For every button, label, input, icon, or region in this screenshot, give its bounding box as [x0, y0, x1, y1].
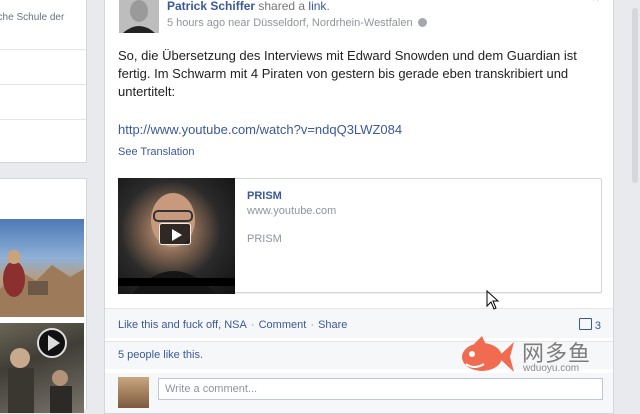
- close-icon[interactable]: ×: [592, 0, 599, 5]
- post-meta: 5 hours ago near Düsseldorf, Nordrhein-W…: [167, 17, 427, 29]
- comment-input[interactable]: [158, 378, 603, 400]
- post-timestamp-link[interactable]: 5 hours ago near Düsseldorf, Nordrhein-W…: [167, 17, 413, 29]
- preview-title-link[interactable]: PRISM: [247, 190, 282, 202]
- post-header: Patrick Schiffer shared a link.: [167, 0, 330, 13]
- shared-link-link[interactable]: link: [308, 0, 326, 13]
- see-translation-link[interactable]: See Translation: [118, 146, 194, 158]
- sidebar-row[interactable]: uche Schule der: [0, 0, 86, 50]
- post-action-end: .: [326, 0, 330, 13]
- likes-count-link[interactable]: 5 people like this.: [118, 349, 203, 361]
- comment-link[interactable]: Comment: [259, 319, 307, 331]
- comment-icon: [578, 318, 592, 330]
- link-preview-card[interactable]: PRISM www.youtube.com PRISM: [118, 178, 602, 294]
- fish-logo-icon: [462, 336, 514, 372]
- preview-description: PRISM: [247, 233, 282, 245]
- comment-count-link[interactable]: 3: [578, 318, 601, 332]
- like-link[interactable]: Like this and fuck off, NSA: [118, 319, 247, 331]
- sidebar-row[interactable]: [0, 85, 86, 120]
- preview-domain: www.youtube.com: [247, 205, 337, 217]
- watermark-url: wduoyu.com: [523, 363, 580, 374]
- separator: ·: [247, 319, 258, 331]
- sidebar-row[interactable]: [0, 50, 86, 85]
- photos-card: [0, 178, 87, 413]
- share-link[interactable]: Share: [318, 319, 347, 331]
- play-icon[interactable]: [159, 223, 191, 245]
- post-body-text: So, die Übersetzung des Interviews mit E…: [118, 48, 577, 99]
- globe-icon[interactable]: [417, 18, 427, 27]
- author-avatar[interactable]: [119, 0, 159, 33]
- comment-count: 3: [594, 320, 601, 332]
- viewer-avatar: [118, 377, 149, 408]
- post-url-link[interactable]: http://www.youtube.com/watch?v=ndqQ3LWZ0…: [118, 122, 402, 137]
- mouse-cursor-icon: [486, 290, 500, 310]
- watermark: 网多鱼 wduoyu.com: [460, 334, 630, 380]
- video-thumbnail[interactable]: [118, 178, 235, 294]
- scrollbar-thumb[interactable]: [632, 8, 638, 183]
- sidebar-snippet: uche Schule der: [0, 12, 65, 23]
- left-sidebar-card: uche Schule der: [0, 0, 87, 163]
- photo-thumbnail[interactable]: [0, 219, 84, 317]
- separator: ·: [307, 319, 318, 331]
- author-name-link[interactable]: Patrick Schiffer: [167, 0, 255, 13]
- post-action-text: shared a: [255, 0, 309, 13]
